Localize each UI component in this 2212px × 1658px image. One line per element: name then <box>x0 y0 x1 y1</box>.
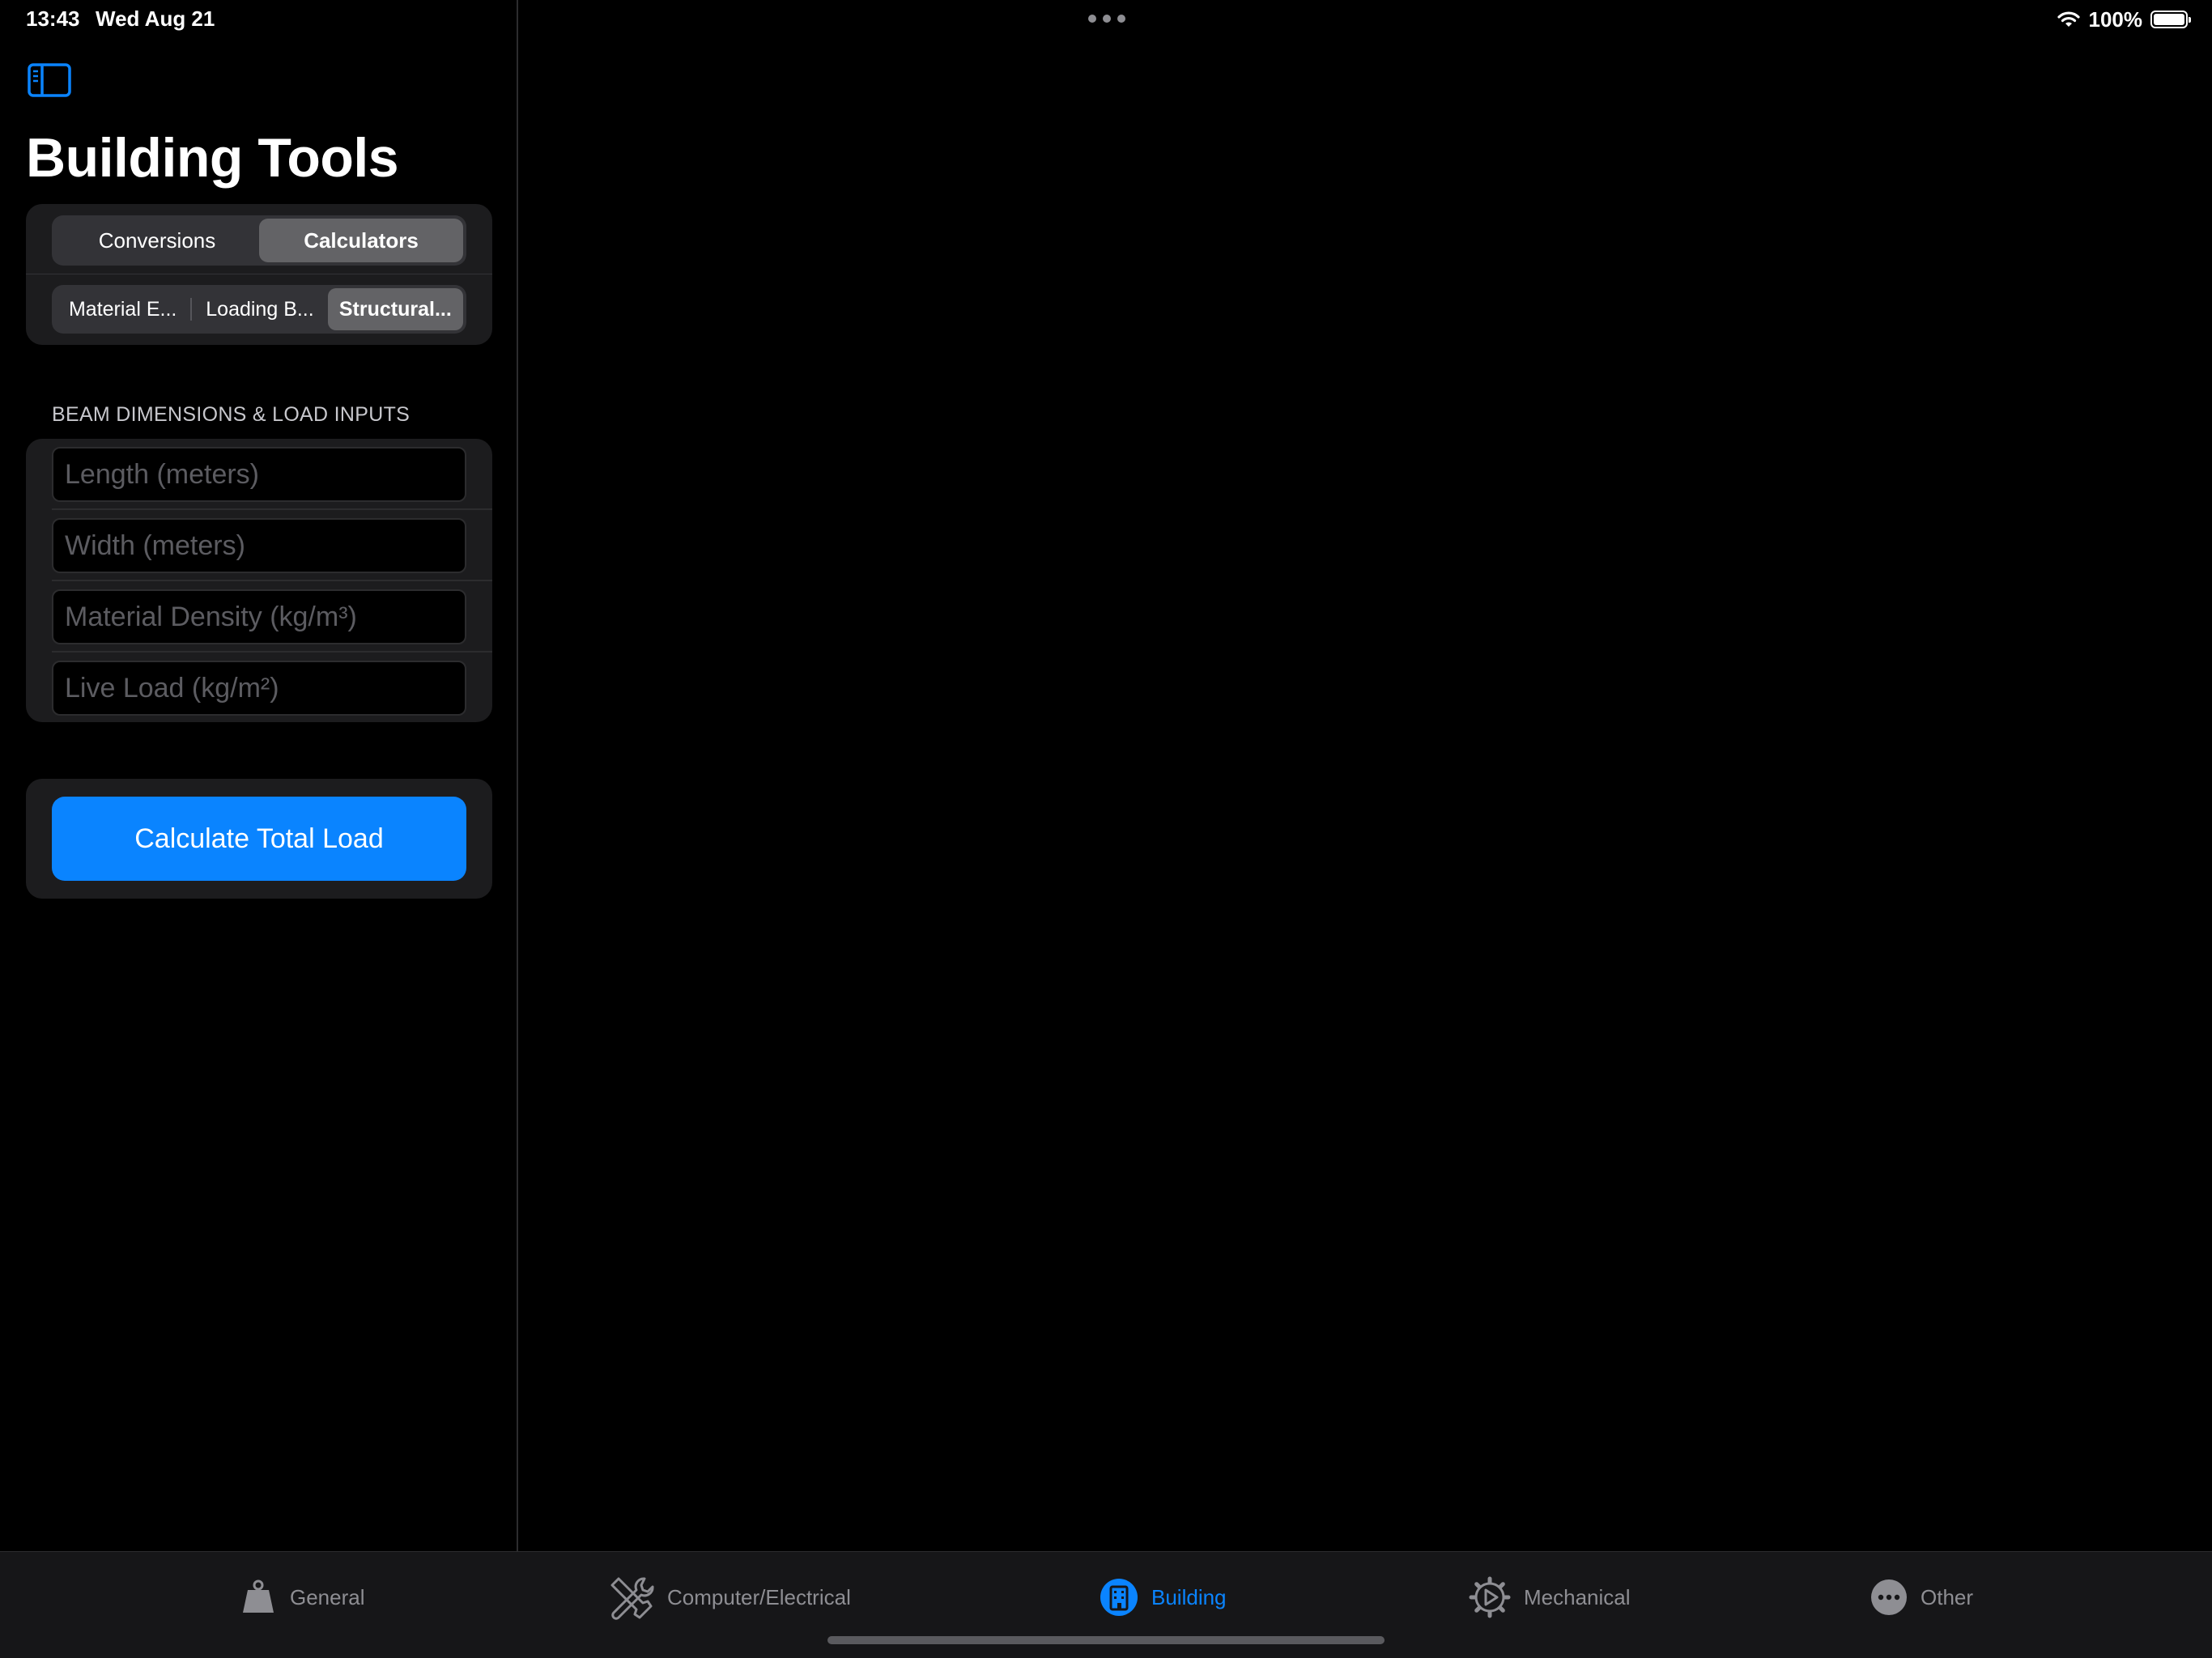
ellipsis-circle-icon <box>1871 1579 1907 1615</box>
battery-percentage: 100% <box>2088 6 2143 32</box>
multitasking-dots-icon[interactable] <box>1088 15 1125 23</box>
length-input[interactable] <box>52 447 466 502</box>
tab-general[interactable]: General <box>240 1573 365 1622</box>
calculate-total-load-button[interactable]: Calculate Total Load <box>52 797 466 881</box>
mode-segmented-control: Conversions Calculators <box>52 215 466 266</box>
live-load-input[interactable] <box>52 661 466 716</box>
weight-icon <box>243 1579 274 1613</box>
tab-label: Other <box>1921 1584 1974 1609</box>
tab-building[interactable]: Building <box>1100 1573 1227 1622</box>
sidebar-left-icon[interactable] <box>28 63 71 97</box>
segment-loading-beam[interactable]: Loading B... <box>192 288 327 330</box>
battery-level <box>2154 14 2184 25</box>
width-input[interactable] <box>52 518 466 573</box>
status-indicators: 100% <box>2057 5 2191 34</box>
section-header: BEAM DIMENSIONS & LOAD INPUTS <box>52 403 410 426</box>
building-icon <box>1100 1579 1138 1616</box>
home-indicator[interactable] <box>827 1636 1385 1644</box>
segment-calculators[interactable]: Calculators <box>259 219 463 262</box>
tab-computer-electrical[interactable]: Computer/Electrical <box>607 1573 851 1622</box>
page-title: Building Tools <box>26 127 399 189</box>
segment-conversions[interactable]: Conversions <box>55 219 259 262</box>
live-load-field-row <box>52 661 466 716</box>
density-field-row <box>52 589 466 644</box>
gear-icon <box>1469 1576 1511 1618</box>
tab-label: General <box>290 1584 365 1609</box>
tools-icon <box>610 1577 654 1620</box>
action-card: Calculate Total Load <box>26 779 492 899</box>
wifi-icon <box>2057 11 2080 27</box>
material-density-input[interactable] <box>52 589 466 644</box>
calculator-segmented-control: Material E... Loading B... Structural... <box>52 285 466 334</box>
width-field-row <box>52 518 466 573</box>
segment-structural[interactable]: Structural... <box>327 288 463 330</box>
segment-material-estimator[interactable]: Material E... <box>55 288 190 330</box>
tab-label: Mechanical <box>1524 1584 1631 1609</box>
tab-label: Computer/Electrical <box>667 1584 851 1609</box>
inputs-card <box>26 439 492 722</box>
sidebar: Building Tools Conversions Calculators M… <box>0 0 518 1551</box>
tab-other[interactable]: Other <box>1870 1573 1973 1622</box>
tab-label: Building <box>1151 1584 1227 1609</box>
battery-icon <box>2150 11 2191 28</box>
segment-card: Conversions Calculators Material E... Lo… <box>26 204 492 345</box>
tab-mechanical[interactable]: Mechanical <box>1469 1573 1631 1622</box>
length-field-row <box>52 447 466 502</box>
